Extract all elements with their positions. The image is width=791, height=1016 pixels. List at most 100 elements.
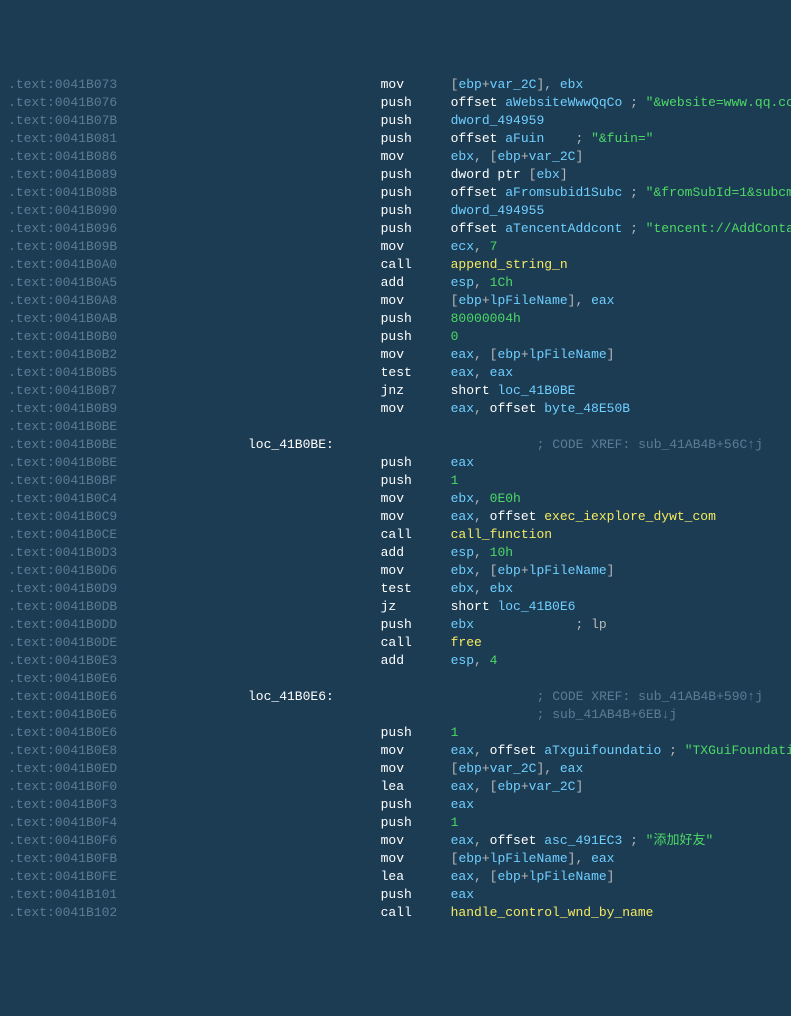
mnemonic: add	[381, 274, 451, 292]
asm-line[interactable]: .text:0041B0DE call free	[8, 634, 783, 652]
operand-punct: [	[529, 166, 537, 184]
address: .text:0041B0AB	[8, 310, 248, 328]
operand-plain: ;	[622, 184, 645, 202]
address: .text:0041B081	[8, 130, 248, 148]
asm-line[interactable]: .text:0041B07B push dword_494959	[8, 112, 783, 130]
address: .text:0041B0BE	[8, 436, 248, 454]
operand-punct: ,	[474, 652, 490, 670]
asm-line[interactable]: .text:0041B0BE	[8, 418, 783, 436]
mnemonic: call	[381, 904, 451, 922]
asm-line[interactable]: .text:0041B089 push dword ptr [ebx]	[8, 166, 783, 184]
asm-line[interactable]: .text:0041B0D6 mov ebx, [ebp+lpFileName]	[8, 562, 783, 580]
operand-sym: var_2C	[529, 778, 576, 796]
operand-white: offset	[451, 220, 506, 238]
operand-punct: ]	[607, 868, 615, 886]
mnemonic: test	[381, 364, 451, 382]
asm-line[interactable]: .text:0041B096 push offset aTencentAddco…	[8, 220, 783, 238]
operand-sym: lpFileName	[490, 292, 568, 310]
mnemonic: push	[381, 202, 451, 220]
mnemonic: push	[381, 454, 451, 472]
asm-line[interactable]: .text:0041B0F6 mov eax, offset asc_491EC…	[8, 832, 783, 850]
operand-punct: +	[482, 76, 490, 94]
asm-line[interactable]: .text:0041B0BE push eax	[8, 454, 783, 472]
asm-line[interactable]: .text:0041B0A0 call append_string_n	[8, 256, 783, 274]
operand-plain: lp	[591, 616, 607, 634]
asm-line[interactable]: .text:0041B0E3 add esp, 4	[8, 652, 783, 670]
operand-num: 1	[451, 724, 459, 742]
operand-punct: +	[482, 850, 490, 868]
asm-line[interactable]: .text:0041B0E6 ; sub_41AB4B+6EB↓j	[8, 706, 783, 724]
asm-line[interactable]: .text:0041B102 call handle_control_wnd_b…	[8, 904, 783, 922]
asm-line[interactable]: .text:0041B0F4 push 1	[8, 814, 783, 832]
address: .text:0041B0A5	[8, 274, 248, 292]
asm-line[interactable]: .text:0041B073 mov [ebp+var_2C], ebx	[8, 76, 783, 94]
asm-line[interactable]: .text:0041B0DB jz short loc_41B0E6	[8, 598, 783, 616]
mnemonic: lea	[381, 868, 451, 886]
operand-punct: +	[521, 562, 529, 580]
asm-line[interactable]: .text:0041B0BF push 1	[8, 472, 783, 490]
operand-func: exec_iexplore_dywt_com	[544, 508, 716, 526]
operand-reg: esp	[451, 652, 474, 670]
asm-line[interactable]: .text:0041B0CE call call_function	[8, 526, 783, 544]
asm-line[interactable]: .text:0041B0ED mov [ebp+var_2C], eax	[8, 760, 783, 778]
asm-line[interactable]: .text:0041B081 push offset aFuin ; "&fui…	[8, 130, 783, 148]
asm-line[interactable]: .text:0041B0FE lea eax, [ebp+lpFileName]	[8, 868, 783, 886]
address: .text:0041B0E6	[8, 724, 248, 742]
asm-line[interactable]: .text:0041B0B2 mov eax, [ebp+lpFileName]	[8, 346, 783, 364]
asm-line[interactable]: .text:0041B0D3 add esp, 10h	[8, 544, 783, 562]
asm-line[interactable]: .text:0041B0E8 mov eax, offset aTxguifou…	[8, 742, 783, 760]
asm-line[interactable]: .text:0041B0C9 mov eax, offset exec_iexp…	[8, 508, 783, 526]
asm-line[interactable]: .text:0041B076 push offset aWebsiteWwwQq…	[8, 94, 783, 112]
operand-reg: ebp	[458, 760, 481, 778]
asm-line[interactable]: .text:0041B0F0 lea eax, [ebp+var_2C]	[8, 778, 783, 796]
mnemonic: push	[381, 94, 451, 112]
asm-line[interactable]: .text:0041B0BE loc_41B0BE: ; CODE XREF: …	[8, 436, 783, 454]
mnemonic: push	[381, 166, 451, 184]
operand-punct: [	[451, 292, 459, 310]
asm-line[interactable]: .text:0041B0B7 jnz short loc_41B0BE	[8, 382, 783, 400]
asm-line[interactable]: .text:0041B0F3 push eax	[8, 796, 783, 814]
operand-plain: ;	[474, 616, 591, 634]
mnemonic: mov	[381, 760, 451, 778]
asm-line[interactable]: .text:0041B0A8 mov [ebp+lpFileName], eax	[8, 292, 783, 310]
asm-line[interactable]: .text:0041B0E6 loc_41B0E6: ; CODE XREF: …	[8, 688, 783, 706]
mnemonic: call	[381, 256, 451, 274]
operand-punct: ]	[607, 562, 615, 580]
mnemonic: mov	[381, 490, 451, 508]
mnemonic: push	[381, 886, 451, 904]
asm-line[interactable]: .text:0041B0DD push ebx ; lp	[8, 616, 783, 634]
operand-reg: eax	[451, 868, 474, 886]
asm-line[interactable]: .text:0041B0A5 add esp, 1Ch	[8, 274, 783, 292]
mnemonic: add	[381, 544, 451, 562]
asm-line[interactable]: .text:0041B101 push eax	[8, 886, 783, 904]
operand-white: dword ptr	[451, 166, 529, 184]
operand-sym: lpFileName	[529, 562, 607, 580]
operand-sym: var_2C	[490, 760, 537, 778]
asm-line[interactable]: .text:0041B0E6	[8, 670, 783, 688]
asm-line[interactable]: .text:0041B0B9 mov eax, offset byte_48E5…	[8, 400, 783, 418]
operand-punct: +	[482, 292, 490, 310]
asm-line[interactable]: .text:0041B0E6 push 1	[8, 724, 783, 742]
asm-line[interactable]: .text:0041B0C4 mov ebx, 0E0h	[8, 490, 783, 508]
address: .text:0041B0E6	[8, 706, 248, 724]
asm-line[interactable]: .text:0041B0D9 test ebx, ebx	[8, 580, 783, 598]
operand-punct: ,	[474, 238, 490, 256]
asm-line[interactable]: .text:0041B08B push offset aFromsubid1Su…	[8, 184, 783, 202]
operand-white: offset	[490, 400, 545, 418]
asm-line[interactable]: .text:0041B086 mov ebx, [ebp+var_2C]	[8, 148, 783, 166]
operand-sym: dword_494959	[451, 112, 545, 130]
asm-line[interactable]: .text:0041B0FB mov [ebp+lpFileName], eax	[8, 850, 783, 868]
asm-line[interactable]: .text:0041B0AB push 80000004h	[8, 310, 783, 328]
operand-sym: aTencentAddcont	[505, 220, 622, 238]
asm-line[interactable]: .text:0041B0B5 test eax, eax	[8, 364, 783, 382]
asm-line[interactable]: .text:0041B0B0 push 0	[8, 328, 783, 346]
operand-punct: ,	[474, 364, 490, 382]
operand-plain: ;	[661, 742, 684, 760]
asm-line[interactable]: .text:0041B09B mov ecx, 7	[8, 238, 783, 256]
operand-reg: eax	[451, 742, 474, 760]
operand-sym: lpFileName	[529, 346, 607, 364]
operand-reg: eax	[451, 778, 474, 796]
operand-func: free	[451, 634, 482, 652]
asm-line[interactable]: .text:0041B090 push dword_494955	[8, 202, 783, 220]
operand-sym: loc_41B0E6	[497, 598, 575, 616]
